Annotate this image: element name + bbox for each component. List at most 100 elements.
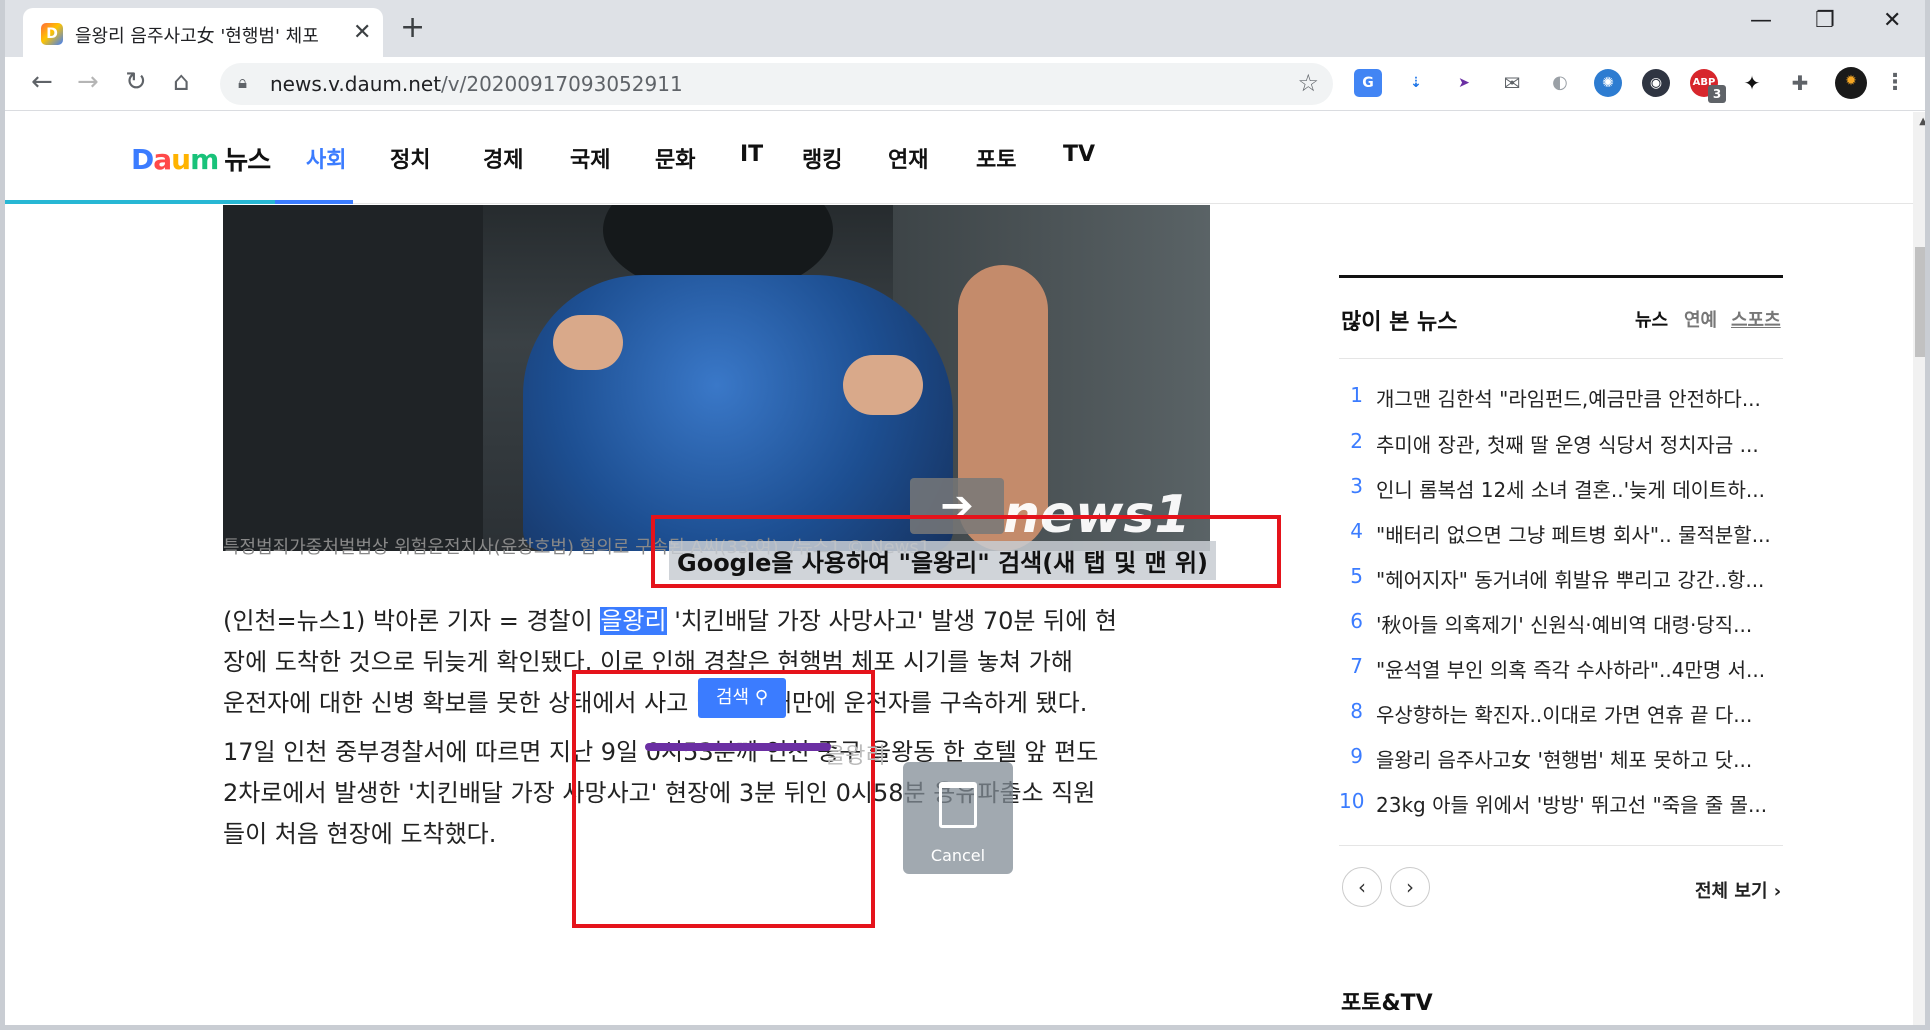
rank-number: 6 (1350, 609, 1363, 633)
forward-icon[interactable]: → (77, 67, 99, 97)
reload-icon[interactable]: ↻ (125, 67, 147, 97)
url-path: /v/20200917093052911 (441, 72, 683, 96)
search-button-label: 검색 (715, 687, 750, 708)
tab-close-icon[interactable]: ✕ (353, 20, 371, 45)
menu-photo[interactable]: 포토 (976, 142, 1016, 174)
browser-tab[interactable]: D 을왕리 음주사고女 '현행범' 체포 ✕ (23, 8, 383, 57)
selected-text[interactable]: 을왕리 (600, 607, 667, 635)
cancel-label: Cancel (930, 846, 986, 865)
gesture-cancel-zone[interactable]: Cancel (903, 762, 1013, 874)
rank-number: 9 (1350, 744, 1363, 768)
rank-number: 4 (1350, 519, 1363, 543)
fish-extension-icon[interactable]: ✦ (1738, 69, 1766, 97)
logo-letter: u (171, 143, 191, 176)
photo-hand (553, 315, 623, 370)
google-translate-icon[interactable]: G (1354, 69, 1382, 97)
lock-icon: 🔒︎ (238, 73, 248, 93)
window-close-icon[interactable]: ✕ (1883, 8, 1901, 33)
scroll-up-icon[interactable]: ▲ (1919, 116, 1925, 127)
menu-culture[interactable]: 문화 (655, 142, 695, 174)
photo-tv-heading: 포토&TV (1341, 991, 1433, 1016)
daum-favicon-icon: D (41, 23, 63, 45)
divider (1339, 845, 1783, 846)
gesture-stroke (645, 743, 831, 751)
ranked-news-link[interactable]: 을왕리 음주사고女 '현행범' 체포 못하고 닷... (1376, 744, 1784, 773)
ranked-news-link[interactable]: 우상향하는 확진자..이대로 가면 연휴 끝 다... (1376, 699, 1784, 728)
scrollbar-thumb[interactable] (1915, 247, 1925, 357)
divider (1339, 358, 1783, 359)
rank-number: 7 (1350, 654, 1363, 678)
trash-icon (939, 782, 977, 828)
menu-ranking[interactable]: 랭킹 (802, 142, 842, 174)
menu-it[interactable]: IT (740, 142, 763, 167)
sidebar-top-rule (1339, 275, 1783, 278)
ranked-news-link[interactable]: "헤어지자" 동거녀에 휘발유 뿌리고 강간..항... (1376, 564, 1784, 593)
photo-person-left (223, 205, 483, 551)
url-text: news.v.daum.net/v/20200917093052911 (270, 72, 683, 96)
web-page: Daum 뉴스 사회 정치 경제 국제 문화 IT 랭킹 연재 포토 TV new… (5, 112, 1925, 1025)
home-icon[interactable]: ⌂ (173, 67, 190, 97)
article-photo[interactable]: news1 (223, 205, 1210, 551)
daum-news-logo[interactable]: Daum 뉴스 (131, 140, 271, 177)
logo-letter: D (131, 143, 154, 176)
mail-icon[interactable]: ✉ (1498, 69, 1526, 97)
tab-sports[interactable]: 스포츠 (1731, 306, 1781, 332)
browser-window: D 을왕리 음주사고女 '현행범' 체포 ✕ + — ❐ ✕ ← → ↻ ⌂ 🔒… (0, 0, 1930, 1030)
most-read-title: 많이 본 뉴스 (1341, 310, 1458, 335)
restore-icon[interactable]: ❐ (1815, 8, 1835, 33)
more-menu-icon[interactable]: ⋮ (1881, 69, 1909, 97)
tab-entertainment[interactable]: 연예 (1684, 306, 1717, 332)
site-header: Daum 뉴스 사회 정치 경제 국제 문화 IT 랭킹 연재 포토 TV (5, 112, 1913, 204)
ranked-news-link[interactable]: 개그맨 김한석 "라임펀드,예금만큼 안전하다... (1376, 383, 1784, 412)
minimize-icon[interactable]: — (1750, 8, 1772, 33)
logo-letter: a (153, 143, 172, 176)
rank-number: 8 (1350, 699, 1363, 723)
menu-world[interactable]: 국제 (570, 142, 610, 174)
adblock-badge: 3 (1708, 85, 1726, 103)
progress-bar (5, 200, 275, 204)
spy-extension-icon[interactable]: ◉ (1642, 69, 1670, 97)
ranked-news-link[interactable]: 추미애 장관, 첫째 딸 운영 식당서 정치자금 ... (1376, 429, 1784, 458)
menu-politics[interactable]: 정치 (390, 142, 430, 174)
prev-page-button[interactable]: ‹ (1342, 867, 1382, 907)
menu-tv[interactable]: TV (1063, 142, 1095, 167)
profile-avatar[interactable]: ✹ (1835, 67, 1867, 99)
extensions-puzzle-icon[interactable]: ✚ (1786, 69, 1814, 97)
text-segment: (인천=뉴스1) 박아론 기자 = 경찰이 (223, 607, 601, 635)
search-icon: ⚲ (754, 687, 769, 708)
ranked-news-link[interactable]: "배터리 없으면 그냥 페트병 회사".. 물적분할... (1376, 519, 1784, 548)
bookmark-star-icon[interactable]: ☆ (1297, 69, 1319, 97)
active-menu-underline (275, 200, 353, 204)
photo-hand (843, 355, 923, 415)
next-page-button[interactable]: › (1390, 867, 1430, 907)
paragraph-line: (인천=뉴스1) 박아론 기자 = 경찰이 을왕리 '치킨배달 가장 사망사고'… (223, 601, 1203, 642)
globe-extension-icon[interactable]: ✺ (1594, 69, 1622, 97)
tab-news[interactable]: 뉴스 (1635, 306, 1668, 332)
view-all-link[interactable]: 전체 보기 › (1695, 877, 1781, 903)
gesture-extension-icon[interactable]: ➤ (1450, 69, 1478, 97)
new-tab-icon[interactable]: + (400, 10, 425, 45)
ranked-news-link[interactable]: 23kg 아들 위에서 '방방' 뛰고선 "죽을 줄 몰... (1376, 789, 1784, 818)
menu-society[interactable]: 사회 (306, 142, 346, 174)
text-segment: '치킨배달 가장 사망사고' 발생 70분 뒤에 현 (666, 607, 1117, 635)
rank-number: 10 (1339, 789, 1365, 813)
rank-number: 1 (1350, 383, 1363, 407)
menu-series[interactable]: 연재 (888, 142, 928, 174)
back-icon[interactable]: ← (31, 67, 53, 97)
search-popup-button[interactable]: 검색 ⚲ (698, 678, 786, 718)
tab-strip: D 을왕리 음주사고女 '현행범' 체포 ✕ + — ❐ ✕ (5, 0, 1925, 57)
ranked-news-link[interactable]: "윤석열 부인 의혹 즉각 수사하라"..4만명 서... (1376, 654, 1784, 683)
tab-title: 을왕리 음주사고女 '현행범' 체포 (75, 26, 319, 47)
address-bar[interactable]: 🔒︎ news.v.daum.net/v/20200917093052911 ☆ (220, 63, 1333, 105)
logo-letter: m (190, 143, 219, 176)
download-extension-icon[interactable]: ⇣ (1402, 69, 1430, 97)
ranked-news-link[interactable]: '秋아들 의혹제기' 신원식·예비역 대령·당직... (1376, 609, 1784, 638)
page-scrollbar[interactable]: ▲ (1913, 112, 1925, 1025)
mouse-icon[interactable]: ◐ (1546, 69, 1574, 97)
rank-number: 2 (1350, 429, 1363, 453)
rank-number: 5 (1350, 564, 1363, 588)
drag-ghost-text: 을왕리 (825, 744, 886, 769)
url-host: news.v.daum.net (270, 72, 442, 96)
ranked-news-link[interactable]: 인니 롬복섬 12세 소녀 결혼..'늦게 데이트하... (1376, 474, 1784, 503)
menu-economy[interactable]: 경제 (483, 142, 523, 174)
